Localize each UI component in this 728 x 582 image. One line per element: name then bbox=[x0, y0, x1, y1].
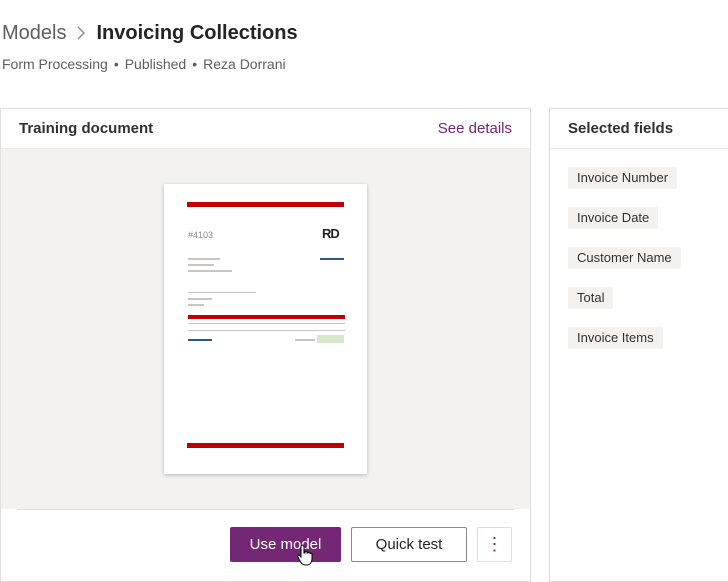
fields-list: Invoice Number Invoice Date Customer Nam… bbox=[550, 149, 728, 367]
doc-date-line bbox=[320, 258, 344, 260]
doc-text-line bbox=[188, 258, 220, 260]
field-chip[interactable]: Total bbox=[568, 287, 614, 309]
doc-invoice-number: #4103 bbox=[188, 230, 214, 240]
document-thumbnail[interactable]: #4103 RD bbox=[164, 184, 367, 474]
see-details-link[interactable]: See details bbox=[438, 120, 512, 137]
doc-table-row bbox=[188, 330, 345, 331]
chevron-right-icon bbox=[76, 26, 86, 40]
doc-text-line bbox=[188, 264, 214, 266]
doc-footer-bar bbox=[187, 443, 344, 448]
model-type: Form Processing bbox=[2, 56, 108, 72]
doc-total-label bbox=[188, 339, 212, 341]
breadcrumb: Models Invoicing Collections bbox=[2, 20, 298, 46]
model-status: Published bbox=[124, 56, 187, 72]
meta-separator: • bbox=[113, 56, 119, 72]
fields-card-title: Selected fields bbox=[568, 120, 674, 137]
doc-logo: RD bbox=[322, 226, 340, 241]
meta-separator: • bbox=[192, 56, 198, 72]
card-actions: Use model Quick test ⋮ bbox=[230, 527, 512, 562]
model-meta: Form Processing • Published • Reza Dorra… bbox=[2, 56, 298, 72]
more-options-button[interactable]: ⋮ bbox=[477, 527, 512, 562]
hand-cursor-icon bbox=[297, 544, 313, 571]
quick-test-button[interactable]: Quick test bbox=[351, 527, 467, 562]
training-card-title: Training document bbox=[19, 120, 154, 137]
doc-table-header bbox=[188, 315, 345, 319]
model-owner: Reza Dorrani bbox=[203, 56, 286, 72]
field-chip[interactable]: Invoice Number bbox=[568, 167, 678, 189]
doc-total-box bbox=[317, 335, 344, 343]
doc-text-line bbox=[188, 298, 212, 300]
selected-fields-card: Selected fields Invoice Number Invoice D… bbox=[549, 108, 728, 582]
field-chip[interactable]: Invoice Items bbox=[568, 327, 663, 349]
field-chip[interactable]: Customer Name bbox=[568, 247, 681, 269]
training-card-header: Training document See details bbox=[1, 109, 530, 149]
doc-table-row bbox=[188, 323, 345, 324]
page-header: Models Invoicing Collections Form Proces… bbox=[2, 20, 298, 72]
doc-text-line bbox=[188, 304, 204, 306]
training-document-card: Training document See details #4103 RD U… bbox=[0, 108, 531, 582]
use-model-button[interactable]: Use model bbox=[230, 527, 341, 562]
breadcrumb-models-link[interactable]: Models bbox=[2, 20, 66, 46]
fields-card-header: Selected fields bbox=[550, 109, 728, 149]
doc-text-line bbox=[188, 270, 232, 272]
document-preview-area: #4103 RD bbox=[1, 149, 530, 509]
doc-balance-label bbox=[295, 339, 315, 341]
divider bbox=[17, 509, 514, 510]
doc-header-bar bbox=[187, 202, 344, 207]
doc-text-line bbox=[188, 292, 256, 293]
field-chip[interactable]: Invoice Date bbox=[568, 207, 659, 229]
page-title: Invoicing Collections bbox=[96, 22, 298, 44]
